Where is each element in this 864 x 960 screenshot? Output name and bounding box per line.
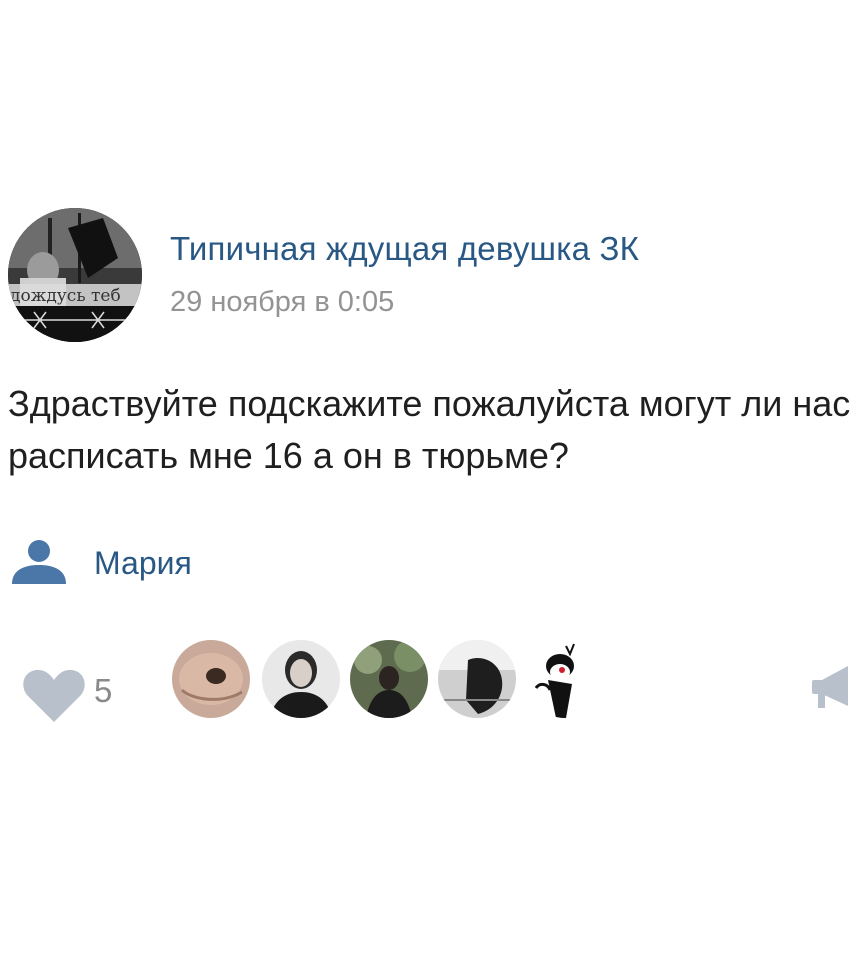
heart-icon[interactable]	[22, 666, 86, 724]
author-name[interactable]: Типичная ждущая девушка ЗК	[170, 230, 639, 268]
post-signer[interactable]: Мария	[10, 538, 192, 588]
post-date[interactable]: 29 ноября в 0:05	[170, 286, 394, 319]
post-text: Здраствуйте подскажите пожалуйста могут …	[8, 383, 851, 476]
liker-avatar[interactable]	[350, 640, 428, 718]
person-icon	[12, 540, 66, 584]
avatar-caption: дождусь теб	[10, 286, 121, 306]
liker-avatar[interactable]	[172, 640, 250, 718]
wall-post: дождусь теб Типичная ждущая девушка ЗК 2…	[0, 0, 864, 960]
likes-bar: 5	[14, 640, 854, 730]
liker-avatar[interactable]	[438, 640, 516, 718]
liker-avatar[interactable]	[262, 640, 340, 718]
community-avatar[interactable]: дождусь теб	[8, 208, 142, 342]
liker-avatar[interactable]	[526, 640, 604, 718]
megaphone-icon[interactable]	[808, 662, 854, 712]
like-count[interactable]: 5	[94, 672, 112, 710]
signer-name: Мария	[94, 544, 192, 581]
